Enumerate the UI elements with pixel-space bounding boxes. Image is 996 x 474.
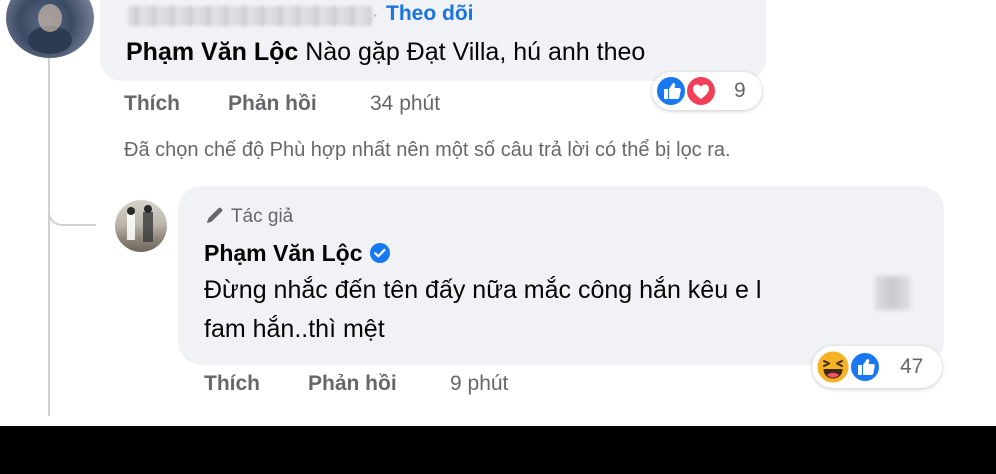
follow-link[interactable]: Theo dõi <box>386 2 474 26</box>
follow-separator: · <box>372 4 379 26</box>
reaction-count: 9 <box>734 79 746 102</box>
blurred-commenter-name <box>128 6 372 26</box>
like-reaction-icon <box>655 75 687 107</box>
black-bar <box>0 426 996 474</box>
thread-line <box>48 56 50 416</box>
reply-button[interactable]: Phản hồi <box>228 92 317 116</box>
reply-button[interactable]: Phản hồi <box>308 372 397 396</box>
comment-body: Nào gặp Đạt Villa, hú anh theo <box>305 38 646 66</box>
pen-icon <box>207 207 223 223</box>
verified-badge-icon <box>369 243 390 263</box>
comment-time[interactable]: 34 phút <box>370 92 440 116</box>
author-badge-label: Tác giả <box>230 206 294 227</box>
comment-text: Phạm Văn Lộc Nào gặp Đạt Villa, hú anh t… <box>126 36 645 68</box>
redacted-text <box>875 276 911 310</box>
reply-text-line-2: fam hắn..thì mệt <box>204 315 385 343</box>
reply-author-name[interactable]: Phạm Văn Lộc <box>204 240 362 266</box>
avatar[interactable] <box>6 0 94 58</box>
like-button[interactable]: Thích <box>124 92 180 116</box>
author-badge: Tác giả <box>204 204 293 228</box>
filter-notice: Đã chọn chế độ Phù hợp nhất nên một số c… <box>124 139 731 161</box>
reply-text-line-1: Đừng nhắc đến tên đấy nữa mắc công hắn k… <box>204 276 762 304</box>
reply-author[interactable]: Phạm Văn Lộc <box>204 240 391 267</box>
haha-reaction-icon <box>815 349 851 385</box>
like-reaction-icon <box>849 351 881 383</box>
reply-reaction-summary[interactable]: 47 <box>812 346 942 388</box>
love-reaction-icon <box>685 75 717 107</box>
like-button[interactable]: Thích <box>204 372 260 396</box>
thread-connector <box>48 168 96 226</box>
reaction-summary[interactable]: 9 <box>652 72 762 110</box>
reply-avatar[interactable] <box>115 200 167 252</box>
reply-time[interactable]: 9 phút <box>450 372 508 396</box>
reaction-count: 47 <box>900 355 924 378</box>
comment-author[interactable]: Phạm Văn Lộc <box>126 38 298 66</box>
